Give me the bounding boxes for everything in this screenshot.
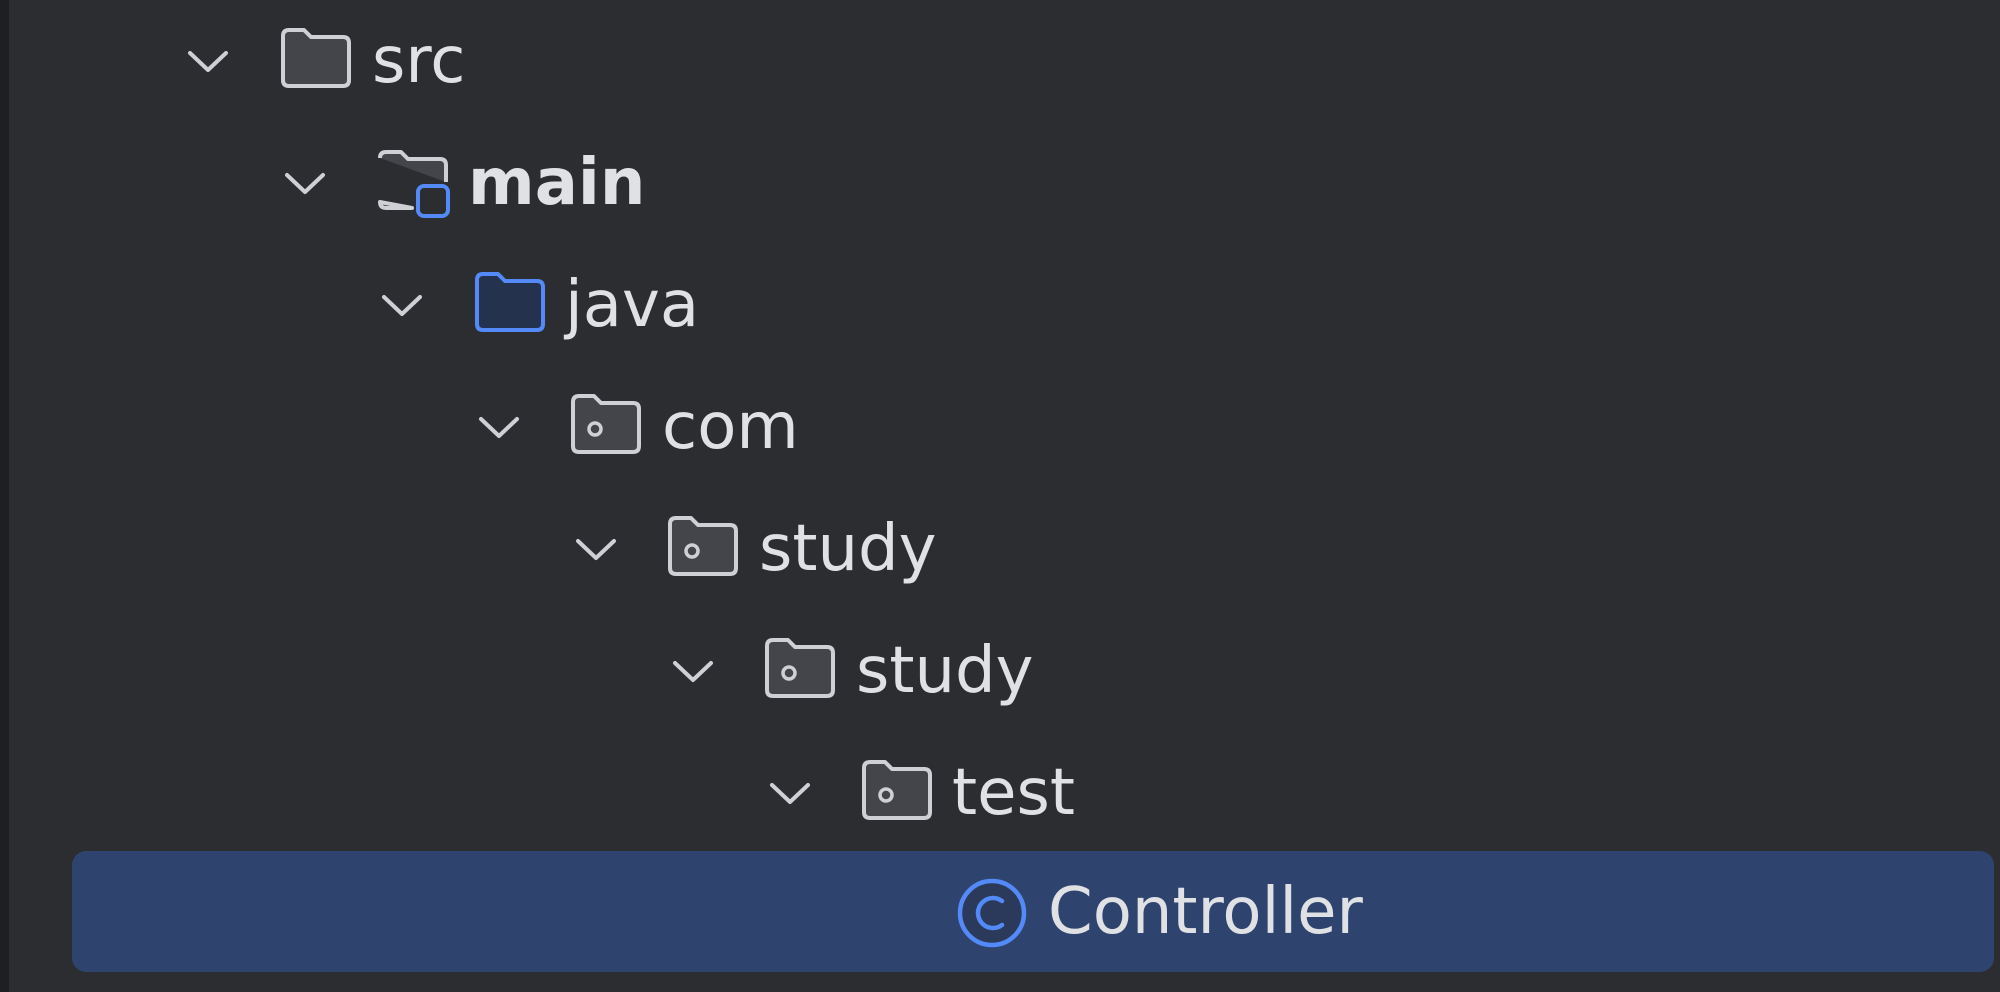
chevron-down-icon[interactable]: [477, 405, 521, 449]
tree-item-study[interactable]: study: [0, 488, 2000, 610]
chevron-down-icon[interactable]: [768, 771, 812, 815]
tree-item-com[interactable]: com: [0, 366, 2000, 488]
tree-item-study[interactable]: study: [0, 610, 2000, 732]
folder-icon: [281, 28, 351, 88]
tree-item-src[interactable]: src: [0, 0, 2000, 122]
class-icon: [957, 878, 1027, 948]
tree-item-test[interactable]: test: [0, 732, 2000, 854]
tree-item-label: java: [565, 268, 700, 342]
sources-root-folder-icon: [475, 272, 545, 332]
tree-item-label: Controller: [1048, 875, 1363, 949]
tree-item-label: study: [759, 512, 937, 586]
chevron-down-icon[interactable]: [380, 283, 424, 327]
tree-item-main[interactable]: main: [0, 122, 2000, 244]
package-icon: [765, 638, 835, 698]
tree-item-label: main: [468, 146, 646, 220]
tree-item-label: test: [952, 756, 1075, 830]
tree-item-label: src: [372, 24, 466, 98]
tree-item-java[interactable]: java: [0, 244, 2000, 366]
project-tree: src main java com study study test Contr…: [0, 0, 2000, 992]
chevron-down-icon[interactable]: [671, 649, 715, 693]
tree-item-controller[interactable]: Controller: [0, 851, 2000, 973]
chevron-down-icon[interactable]: [186, 39, 230, 83]
tree-item-label: study: [856, 634, 1034, 708]
package-icon: [668, 516, 738, 576]
source-set-folder-icon: [378, 150, 450, 218]
package-icon: [862, 760, 932, 820]
chevron-down-icon[interactable]: [283, 161, 327, 205]
package-icon: [571, 394, 641, 454]
chevron-down-icon[interactable]: [574, 527, 618, 571]
tree-item-label: com: [662, 390, 799, 464]
